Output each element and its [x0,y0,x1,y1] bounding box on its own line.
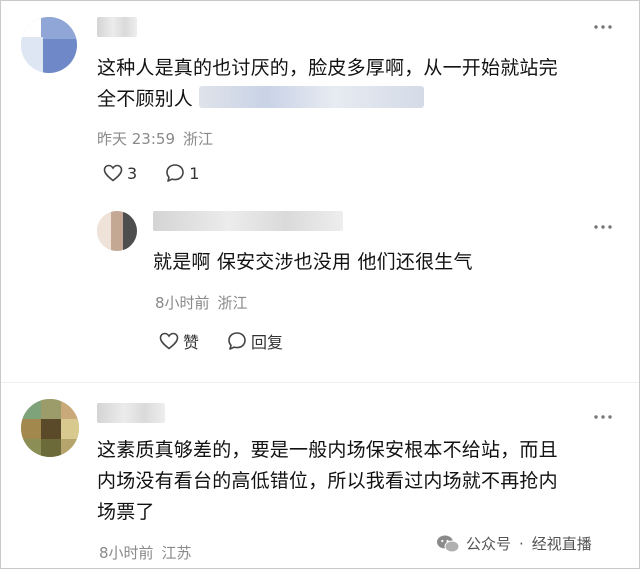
comment-meta: 昨天 23:59 浙江 [97,128,221,149]
reply-count: 1 [189,163,200,183]
username-blurred[interactable] [97,17,137,37]
avatar[interactable] [21,17,77,73]
more-icon[interactable] [593,17,613,37]
reply-button[interactable]: 回复 [227,329,283,353]
more-icon[interactable] [593,217,613,237]
comment-time: 8小时前 [99,544,154,562]
divider [1,382,639,383]
reply-meta: 8小时前 浙江 [155,292,256,313]
comment-location: 江苏 [161,544,192,562]
comment-actions: 3 1 [103,163,227,183]
reply-text: 就是啊 保安交涉也没用 他们还很生气 [153,251,473,273]
like-count: 3 [127,163,138,183]
watermark: 公众号 · 经视直播 [436,533,592,554]
avatar[interactable] [97,211,137,251]
comment-feed: 这种人是真的也讨厌的，脸皮多厚啊，从一开始就站完 全不顾别人 昨天 23:59 浙… [0,0,640,569]
heart-icon [159,332,179,350]
reply-time: 8小时前 [155,294,210,312]
username-blurred[interactable] [97,403,165,423]
like-button[interactable]: 3 [103,164,137,183]
heart-icon [103,164,123,182]
watermark-prefix: 公众号 [466,535,512,553]
comment-text-line: 全不顾别人 [97,84,627,115]
like-label: 赞 [183,333,200,352]
comment-icon [166,164,184,182]
comment-meta: 8小时前 江苏 [99,542,200,563]
comment-location: 浙江 [183,130,214,148]
wechat-icon [437,535,460,552]
reply-location: 浙江 [217,294,248,312]
blurred-text [199,86,425,108]
comment-text-line: 这种人是真的也讨厌的，脸皮多厚啊，从一开始就站完 [97,57,558,79]
avatar[interactable] [21,399,79,457]
comment-text-line: 这素质真够差的，要是一般内场保安根本不给站，而且 [97,439,558,461]
more-icon[interactable] [593,407,613,427]
comment-text-line: 内场没有看台的高低错位，所以我看过内场就不再抢内 [97,470,558,492]
comment-text: 这种人是真的也讨厌的，脸皮多厚啊，从一开始就站完 全不顾别人 [97,53,627,115]
username-blurred[interactable] [153,211,343,231]
reply-button[interactable]: 1 [165,163,199,183]
comment-icon [228,332,246,350]
comment-text-line: 场票了 [97,501,155,523]
reply-actions: 赞 回复 [159,329,311,353]
watermark-account: 经视直播 [531,535,592,553]
watermark-separator: · [519,534,524,553]
comment-time: 昨天 23:59 [97,130,175,148]
reply-label: 回复 [251,333,284,352]
comment-text: 这素质真够差的，要是一般内场保安根本不给站，而且 内场没有看台的高低错位，所以我… [97,435,627,528]
like-button[interactable]: 赞 [159,329,199,353]
